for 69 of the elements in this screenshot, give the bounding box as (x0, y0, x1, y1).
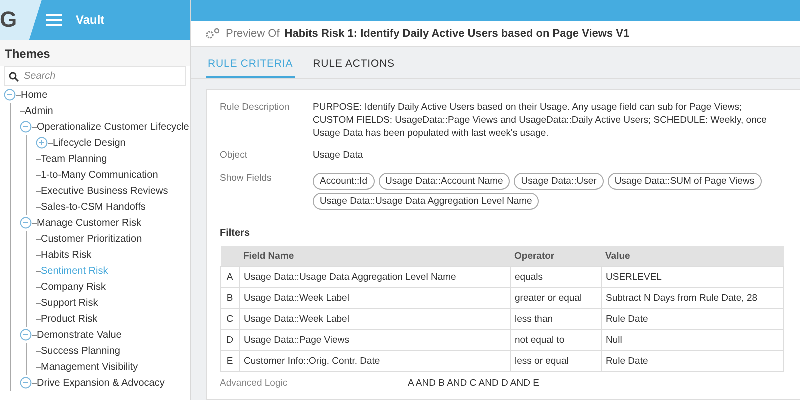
table-cell: less than (510, 308, 602, 330)
sidebar-heading: Themes (0, 40, 190, 66)
tree-item[interactable]: Habits Risk (41, 250, 92, 260)
column-header: Operator (510, 246, 602, 267)
tree-item[interactable]: Management Visibility (41, 362, 138, 372)
tree-item[interactable]: Home (21, 90, 48, 100)
tree-item[interactable]: Executive Business Reviews (41, 186, 168, 196)
table-cell: Usage Data::Usage Data Aggregation Level Name (240, 266, 510, 288)
field-tag: Account::Id (313, 173, 375, 190)
tree-item[interactable]: Manage Customer Risk (37, 218, 142, 228)
table-cell: equals (510, 266, 602, 288)
table-cell: Usage Data::Week Label (240, 308, 510, 330)
field-tag: Usage Data::Account Name (378, 173, 510, 190)
tree-toggle-icon[interactable] (20, 121, 32, 133)
field-tag: Usage Data::User (514, 173, 604, 190)
table-cell: A (220, 266, 240, 288)
table-cell: Usage Data::Page Views (240, 330, 510, 351)
advanced-logic: A AND B AND C AND D AND E (408, 378, 540, 391)
field-label: Rule Description (220, 102, 291, 115)
column-header: Field Name (240, 246, 510, 267)
tree-item[interactable]: Company Risk (41, 282, 106, 292)
tree-item[interactable]: Customer Prioritization (41, 234, 142, 244)
table-cell: Subtract N Days from Rule Date, 28 (602, 288, 784, 309)
filters-heading: Filters (220, 228, 252, 240)
table-cell: Null (602, 330, 784, 351)
table-cell: Rule Date (602, 308, 784, 330)
table-cell: Rule Date (602, 350, 784, 372)
table-cell: less or equal (510, 350, 602, 372)
tree-item[interactable]: 1-to-Many Communication (41, 170, 158, 180)
tree-item[interactable]: Drive Expansion & Advocacy (37, 378, 165, 388)
field-tag: Usage Data::Usage Data Aggregation Level Name (313, 193, 540, 210)
field-label: Show Fields (220, 173, 273, 186)
search-field[interactable]: Search (4, 66, 186, 86)
tree-item[interactable]: Sales-to-CSM Handoffs (41, 202, 146, 212)
field-tag: Usage Data::SUM of Page Views (608, 173, 762, 190)
table-cell: not equal to (510, 330, 602, 351)
table-cell: B (220, 288, 240, 309)
tree-item[interactable]: Operationalize Customer Lifecycle (37, 122, 190, 132)
tree-item[interactable]: Success Planning (41, 346, 120, 356)
preview-title: Habits Risk 1: Identify Daily Active Users based on Page Views V1 (284, 28, 630, 40)
tree-item[interactable]: Team Planning (41, 154, 108, 164)
tree-item[interactable]: Product Risk (41, 314, 98, 324)
menu-icon[interactable] (46, 14, 62, 26)
table-cell: USERLEVEL (602, 266, 784, 288)
tree-item[interactable]: Lifecycle Design (53, 138, 126, 148)
table-cell: C (220, 308, 240, 330)
app-title: Vault (76, 13, 105, 27)
tree-toggle-icon[interactable] (36, 137, 48, 149)
field-label: Advanced Logic (220, 378, 289, 391)
table-cell: greater or equal (510, 288, 602, 309)
tab[interactable]: RULE ACTIONS (311, 51, 397, 78)
column-header: Value (602, 246, 784, 267)
gears-icon (205, 28, 221, 40)
table-cell: Customer Info::Orig. Contr. Date (240, 350, 510, 372)
tree-item[interactable]: Demonstrate Value (37, 330, 122, 340)
tree-toggle-icon[interactable] (20, 377, 32, 389)
object-value: Usage Data (313, 150, 364, 164)
tree-toggle-icon[interactable] (20, 217, 32, 229)
table-cell: E (220, 350, 240, 372)
tree-item[interactable]: Admin (25, 106, 54, 116)
rule-description: PURPOSE: Identify Daily Active Users based on their Usage. Any usage field can sub for Page Views; CUSTOM FIELDS: UsageData::Page Views and UsageData::Daily Active Users; SCHEDULE: Weekly, once Usage Data has been populated with last week's usage. (313, 102, 768, 140)
preview-prefix: Preview Of (226, 28, 280, 40)
table-cell: D (220, 330, 240, 351)
tree-item[interactable]: Support Risk (41, 298, 98, 308)
field-label: Object (220, 150, 248, 164)
table-cell: Usage Data::Week Label (240, 288, 510, 309)
tree-toggle-icon[interactable] (4, 89, 16, 101)
tree-toggle-icon[interactable] (20, 329, 32, 341)
logo: G (0, 0, 42, 40)
